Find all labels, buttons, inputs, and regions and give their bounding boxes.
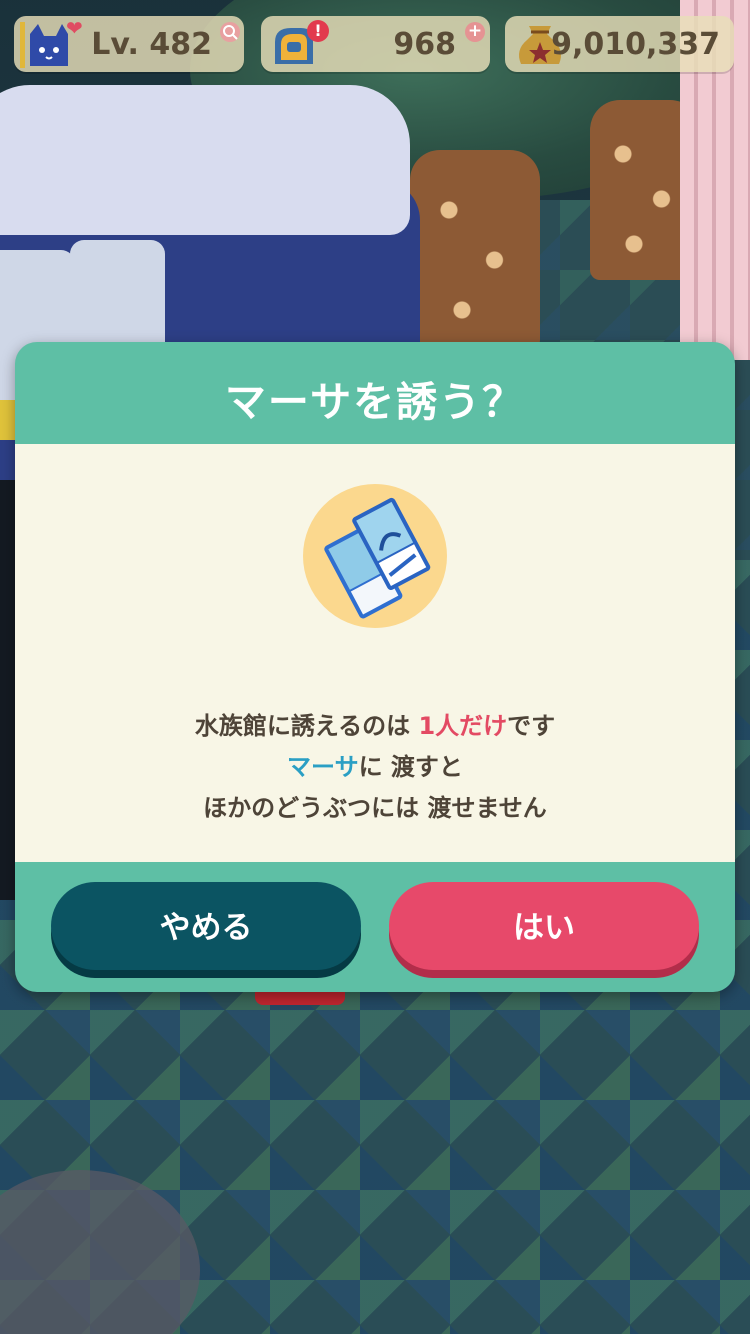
exclamation-badge-icon: ! — [307, 20, 329, 42]
message-line-3: ほかのどうぶつには 渡せません — [203, 794, 547, 822]
invite-dialog: マーサを誘う？ 水族館に誘えるのは 1人だけです マーサに 渡すと ほかのどうぶ… — [15, 342, 735, 992]
message-line-2: マーサに 渡すと — [15, 747, 735, 788]
confirm-button[interactable]: はい — [389, 882, 699, 970]
level-text: Lv. 482 — [91, 27, 212, 62]
message-text: です — [507, 712, 556, 740]
dialog-message: 水族館に誘えるのは 1人だけです マーサに 渡すと ほかのどうぶつには 渡せませ… — [15, 706, 735, 829]
villager-name: マーサ — [287, 753, 359, 781]
bell-amount: 9,010,337 — [551, 27, 720, 62]
cancel-button[interactable]: やめる — [51, 882, 361, 970]
camper-van-roof — [0, 85, 410, 235]
tree-trunk — [410, 150, 540, 350]
dialog-title: マーサを誘う？ — [224, 378, 526, 426]
plus-icon[interactable]: + — [465, 22, 485, 42]
leaf-ticket-counter[interactable]: ! 968 + — [261, 16, 490, 72]
heart-icon: ❤ — [66, 16, 83, 40]
aquarium-tickets-icon — [303, 484, 447, 628]
ticket-count: 968 — [393, 27, 456, 62]
magnify-plus-icon[interactable] — [220, 22, 240, 42]
bell-counter: 9,010,337 — [505, 16, 734, 72]
message-line-1: 水族館に誘えるのは 1人だけです — [15, 706, 735, 747]
highlight-limit: 1人だけ — [418, 712, 508, 740]
message-text: 水族館に誘えるのは — [194, 712, 419, 740]
dialog-body: 水族館に誘えるのは 1人だけです マーサに 渡すと ほかのどうぶつには 渡せませ… — [15, 444, 735, 862]
level-indicator[interactable]: ❤ Lv. 482 — [14, 16, 244, 72]
message-text: に 渡すと — [358, 753, 463, 781]
